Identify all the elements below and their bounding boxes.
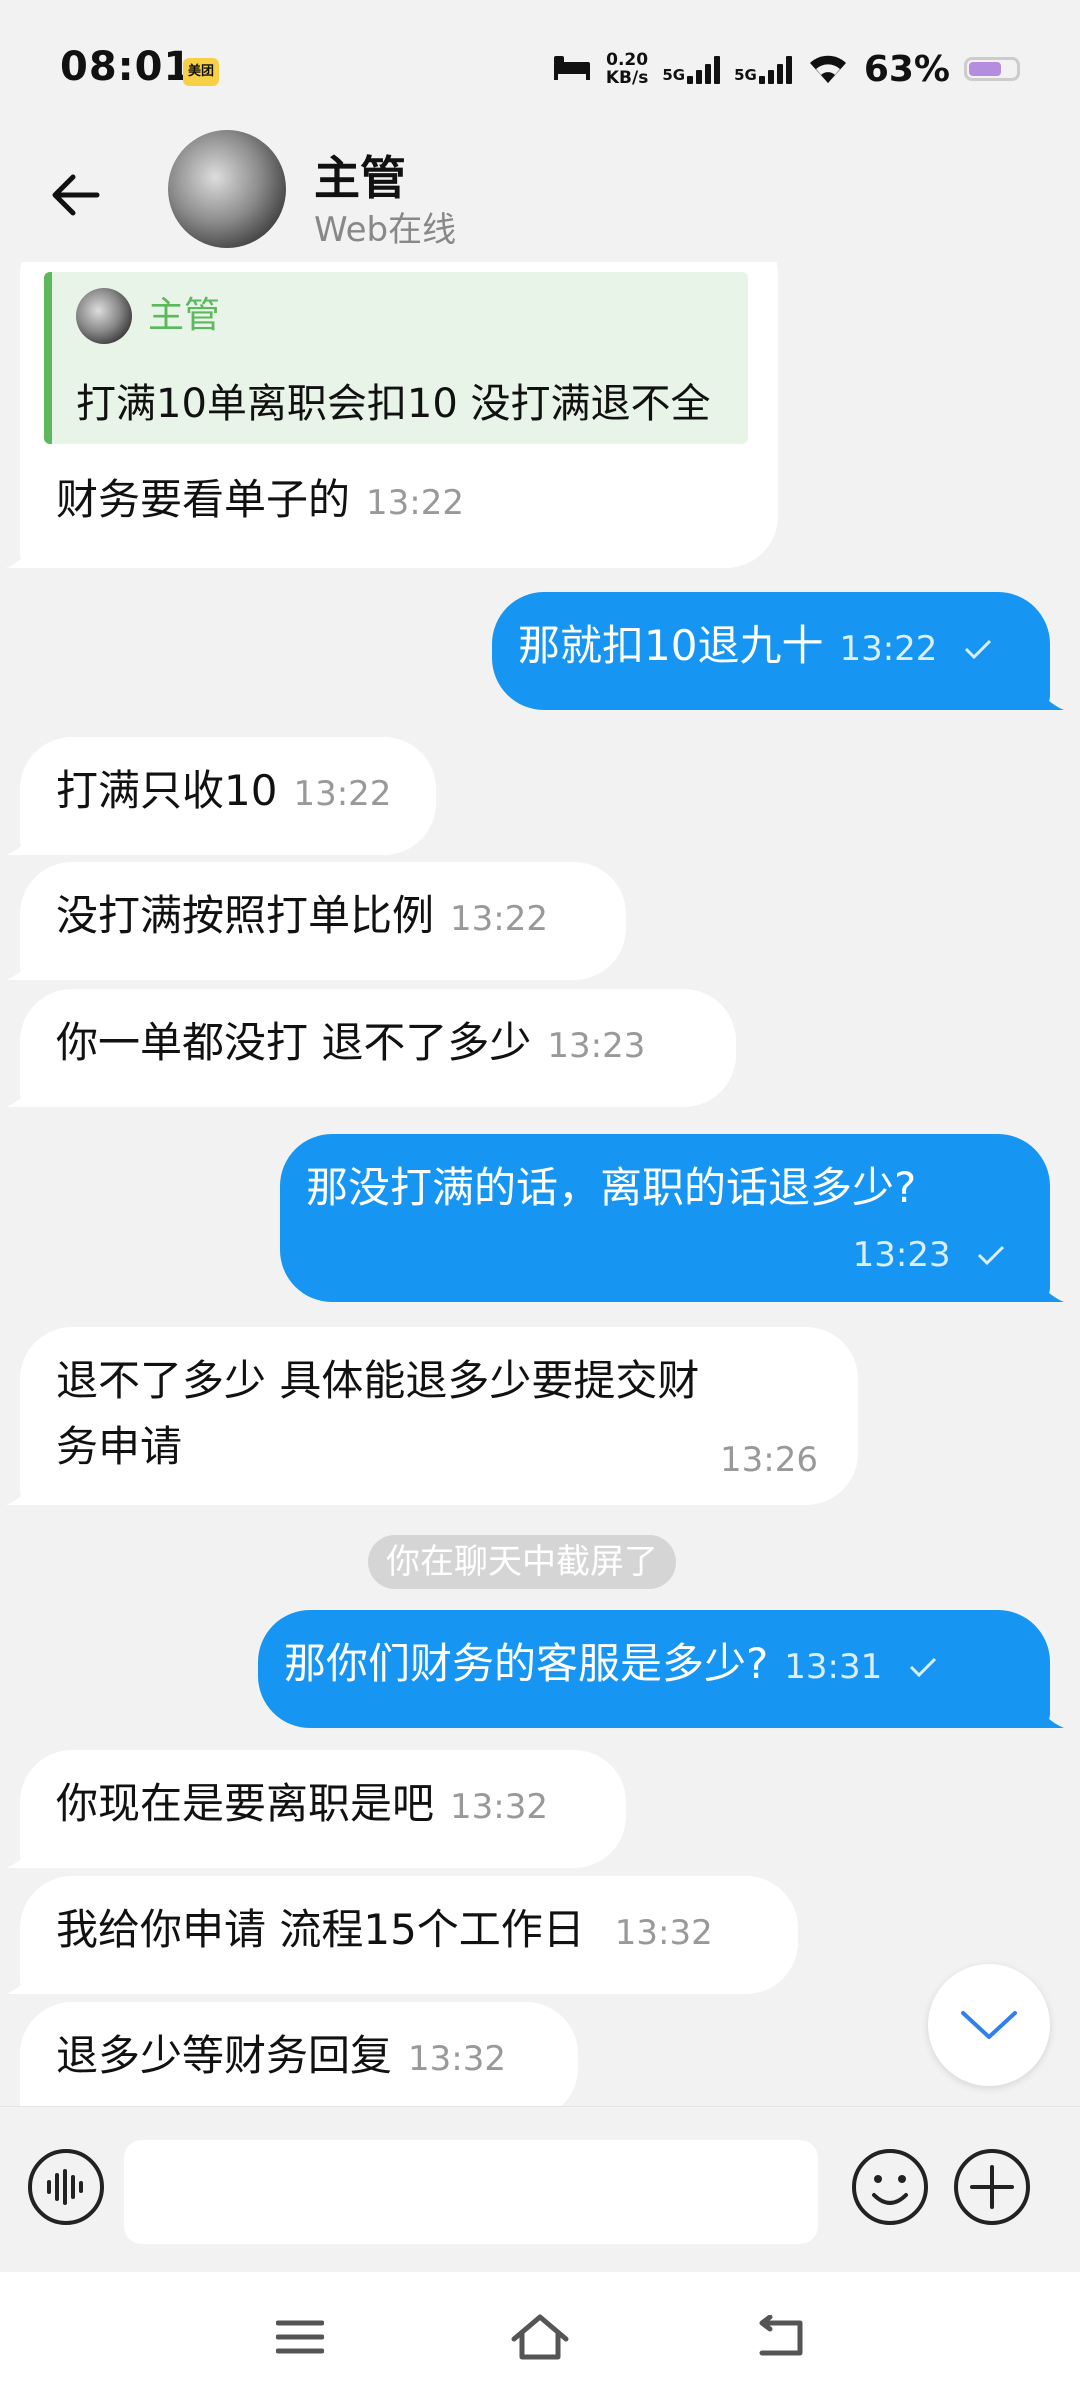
chevron-down-icon	[961, 2011, 1017, 2039]
quoted-message[interactable]: 主管 打满10单离职会扣10 没打满退不全	[44, 272, 748, 444]
message-text: 退不了多少 具体能退多少要提交财	[56, 1356, 700, 1405]
message-time: 13:22	[839, 629, 938, 669]
message-text: 退多少等财务回复	[56, 2031, 393, 2080]
message-time: 13:32	[450, 1787, 548, 1827]
message-time: 13:22	[450, 899, 548, 939]
sent-check-icon	[964, 639, 991, 659]
quote-text: 打满10单离职会扣10 没打满退不全	[76, 381, 711, 427]
message-time: 13:32	[614, 1913, 713, 1953]
quote-avatar	[76, 288, 132, 344]
message-list[interactable]: 主管 打满10单离职会扣10 没打满退不全 财务要看单子的 13:22 那就扣10…	[0, 262, 1080, 2107]
message-time: 13:22	[293, 774, 392, 814]
network-speed: 0.20 KB/s	[605, 50, 649, 88]
message-incoming[interactable]: 退不了多少 具体能退多少要提交财 务申请 13:26	[6, 1327, 858, 1505]
system-navigation-bar	[0, 2272, 1080, 2400]
message-text: 那你们财务的客服是多少?	[284, 1639, 769, 1688]
bed-icon	[552, 52, 592, 86]
nav-home-button[interactable]	[505, 2302, 575, 2372]
sim2-signal-icon: 5G	[734, 54, 792, 84]
message-incoming[interactable]: 我给你申请 流程15个工作日 13:32	[6, 1876, 798, 1994]
message-text: 你现在是要离职是吧	[56, 1779, 435, 1828]
message-time: 13:26	[720, 1440, 818, 1480]
sent-check-icon	[977, 1245, 1005, 1265]
nav-back-button[interactable]	[745, 2302, 815, 2372]
message-outgoing[interactable]: 那就扣10退九十 13:22	[492, 592, 1064, 710]
status-icons: 0.20 KB/s 5G 5G 63%	[552, 44, 1020, 94]
message-incoming[interactable]: 你现在是要离职是吧 13:32	[6, 1750, 626, 1868]
message-text: 财务要看单子的	[56, 475, 351, 524]
status-bar: 08:01 美团 0.20 KB/s 5G 5G 63%	[0, 0, 1080, 130]
message-text: 那没打满的话，离职的话退多少?	[306, 1163, 917, 1212]
plus-icon	[954, 2149, 1030, 2225]
home-icon	[511, 2314, 569, 2360]
menu-icon	[276, 2320, 324, 2354]
message-text: 你一单都没打 退不了多少	[56, 1018, 532, 1067]
quote-sender: 主管	[148, 295, 221, 336]
message-time: 13:32	[408, 2039, 506, 2079]
emoji-button[interactable]	[850, 2147, 930, 2227]
system-notice: 你在聊天中截屏了	[368, 1535, 676, 1589]
voice-icon	[28, 2149, 104, 2225]
contact-name[interactable]: 主管	[314, 142, 406, 208]
message-time: 13:22	[366, 483, 464, 523]
message-text: 我给你申请 流程15个工作日	[56, 1905, 585, 1954]
message-time: 13:31	[784, 1647, 883, 1687]
back-arrow-icon	[52, 174, 100, 216]
battery-icon	[964, 57, 1020, 81]
battery-percent: 63%	[863, 48, 950, 90]
message-text: 打满只收10	[56, 766, 278, 815]
voice-button[interactable]	[26, 2147, 106, 2227]
clock: 08:01	[60, 44, 193, 90]
emoji-icon	[852, 2149, 928, 2225]
nav-back-icon	[759, 2315, 803, 2356]
message-input[interactable]	[124, 2140, 818, 2244]
message-incoming[interactable]: 你一单都没打 退不了多少 13:23	[6, 989, 736, 1107]
scroll-to-bottom-button[interactable]	[928, 1964, 1050, 2086]
attach-button[interactable]	[952, 2147, 1032, 2227]
chat-header: 主管 Web在线	[0, 130, 1080, 270]
contact-avatar[interactable]	[168, 130, 286, 248]
message-text: 没打满按照打单比例	[56, 891, 435, 940]
message-text: 那就扣10退九十	[518, 621, 824, 670]
sim1-signal-icon: 5G	[662, 54, 721, 84]
nav-menu-button[interactable]	[265, 2302, 335, 2372]
message-incoming[interactable]: 退多少等财务回复 13:32	[20, 2002, 578, 2107]
wifi-icon	[806, 49, 850, 89]
message-time: 13:23	[547, 1026, 646, 1066]
composer-bar	[0, 2106, 1080, 2273]
back-button[interactable]	[40, 160, 110, 230]
message-text: 务申请	[56, 1422, 183, 1471]
message-outgoing[interactable]: 那你们财务的客服是多少? 13:31	[258, 1610, 1064, 1728]
message-incoming[interactable]: 没打满按照打单比例 13:22	[6, 862, 626, 980]
contact-status: Web在线	[314, 210, 457, 250]
meituan-notification-icon: 美团	[183, 58, 219, 86]
sent-check-icon	[909, 1657, 936, 1677]
message-time: 13:23	[852, 1235, 951, 1275]
message-incoming[interactable]: 打满只收10 13:22	[6, 737, 436, 855]
message-incoming[interactable]: 主管 打满10单离职会扣10 没打满退不全 财务要看单子的 13:22	[6, 262, 778, 568]
message-outgoing[interactable]: 那没打满的话，离职的话退多少? 13:23	[280, 1134, 1064, 1302]
